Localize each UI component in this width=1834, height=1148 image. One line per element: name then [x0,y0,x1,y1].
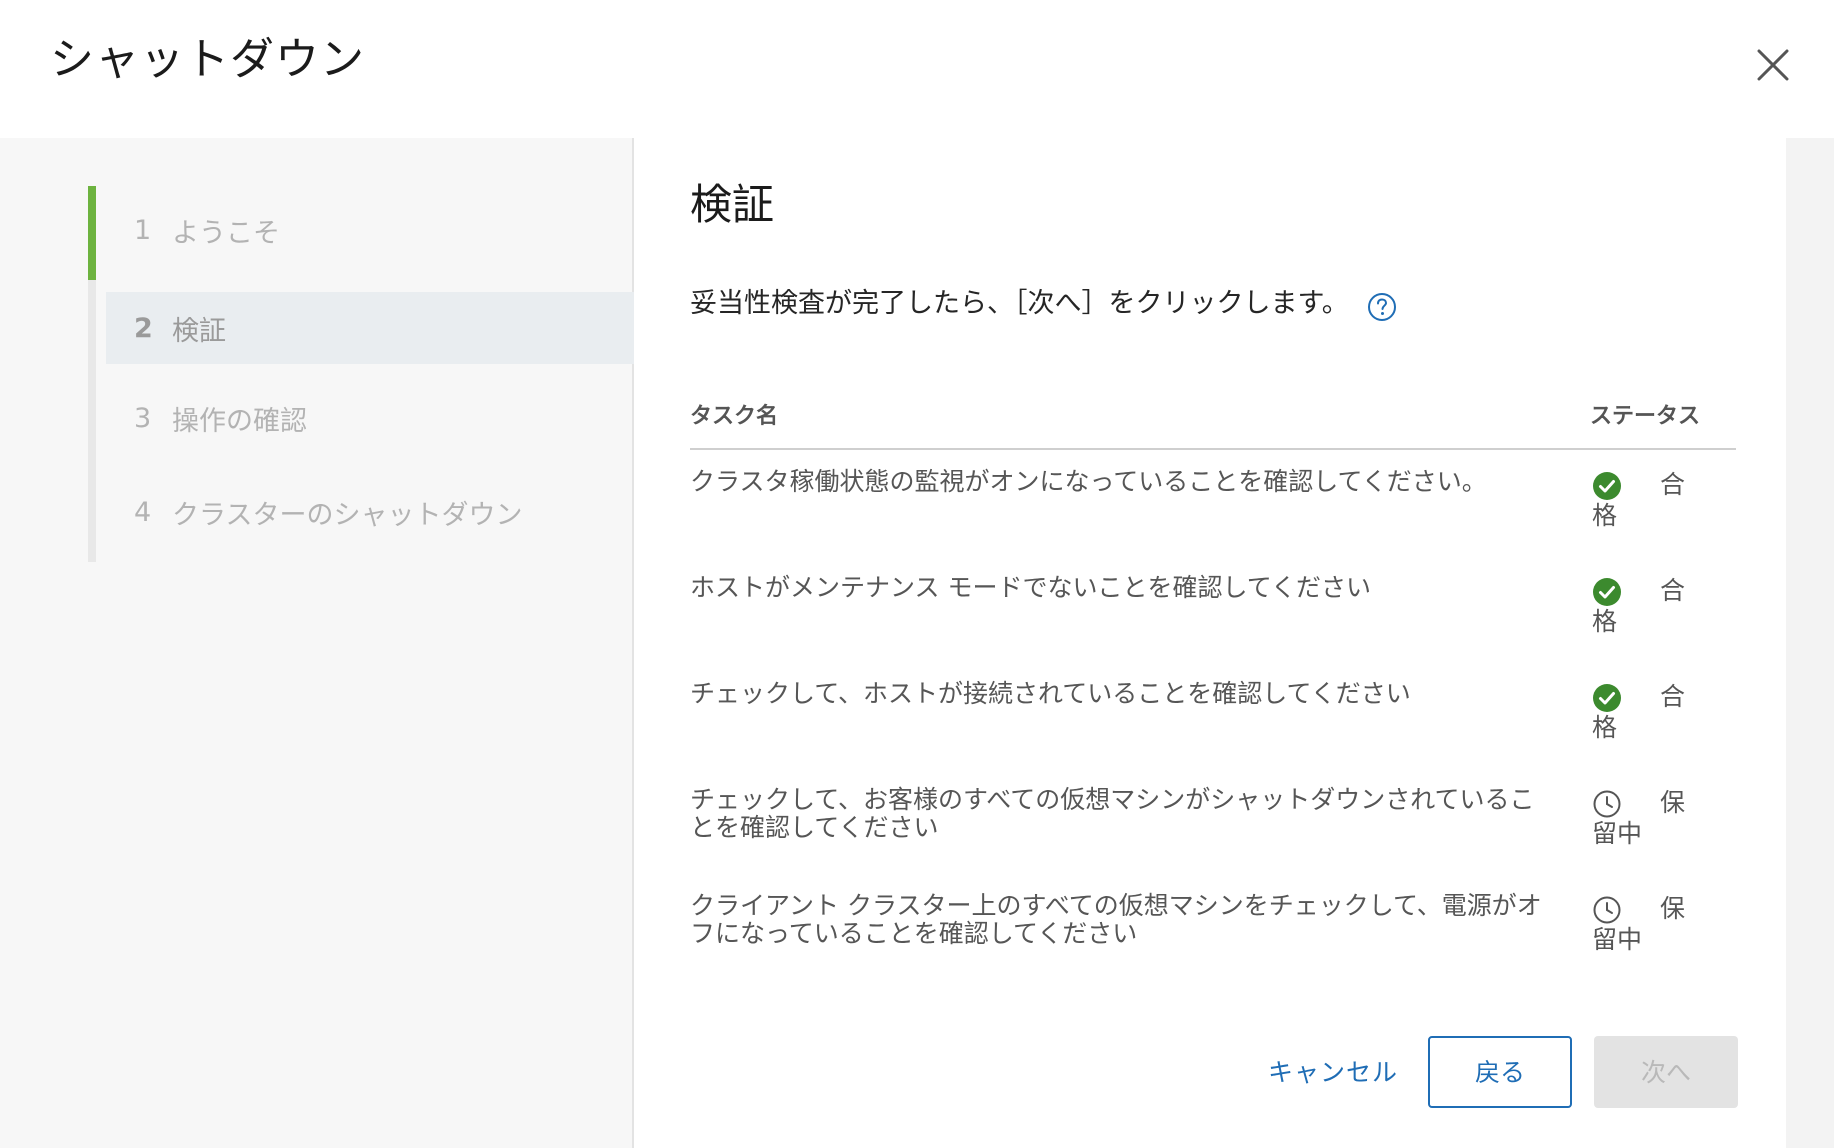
table-row: チェックして、お客様のすべての仮想マシンがシャットダウンされていることを確認して… [690,768,1736,874]
column-header-status: ステータス [1590,404,1701,429]
instruction-line: 妥当性検査が完了したら、［次へ］をクリックします。 [690,286,1397,322]
task-status: 保留中 [1592,894,1702,955]
instruction-text: 妥当性検査が完了したら、［次へ］をクリックします。 [690,288,1349,319]
dialog-title: シャットダウン [50,34,365,85]
step-label: クラスターのシャットダウン [172,499,523,531]
validation-task-table: タスク名 ステータス クラスタ稼働状態の監視がオンになっていることを確認してくだ… [690,388,1736,980]
task-status: 合格 [1592,682,1702,743]
clock-icon [1592,895,1622,925]
step-number: 1 [134,214,152,246]
check-circle-icon [1592,683,1622,713]
step-number: 2 [134,312,153,344]
page-title: 検証 [690,180,775,229]
task-name: チェックして、ホストが接続されていることを確認してください [690,679,1411,708]
close-button[interactable] [1754,46,1792,84]
task-name: チェックして、お客様のすべての仮想マシンがシャットダウンされていることを確認して… [690,785,1535,842]
next-button[interactable]: 次へ [1594,1036,1738,1108]
step-welcome[interactable]: 1 ようこそ [106,194,634,266]
close-icon [1757,49,1789,81]
wizard-steps-sidebar: 1 ようこそ 2 検証 3 操作の確認 4 クラスターのシャットダウン [0,138,634,1148]
step-label: 操作の確認 [172,405,307,437]
step-label: 検証 [172,315,226,347]
step-label: ようこそ [172,217,280,249]
step-confirm-operation[interactable]: 3 操作の確認 [106,382,634,454]
table-header: タスク名 ステータス [690,388,1736,450]
task-name: ホストがメンテナンス モードでないことを確認してください [690,573,1371,602]
task-status: 合格 [1592,470,1702,531]
back-button[interactable]: 戻る [1428,1036,1572,1108]
dialog-footer: キャンセル 戻る 次へ [636,1036,1786,1110]
task-name: クライアント クラスター上のすべての仮想マシンをチェックして、電源がオフになって… [690,891,1542,948]
shutdown-dialog: シャットダウン 1 ようこそ 2 検証 3 操作の確認 4 クラスターのシャット… [0,0,1834,1148]
table-row: ホストがメンテナンス モードでないことを確認してください 合格 [690,556,1736,662]
step-validation[interactable]: 2 検証 [106,292,634,364]
task-status: 保留中 [1592,788,1702,849]
step-cluster-shutdown[interactable]: 4 クラスターのシャットダウン [106,476,634,548]
dialog-header: シャットダウン [0,0,1834,138]
task-status: 合格 [1592,576,1702,637]
main-content: 検証 妥当性検査が完了したら、［次へ］をクリックします。 タスク名 ステータス … [636,138,1786,1148]
right-gutter [1786,138,1834,1148]
steps-progress-indicator [88,186,96,280]
table-row: チェックして、ホストが接続されていることを確認してください 合格 [690,662,1736,768]
check-circle-icon [1592,471,1622,501]
step-number: 4 [134,496,152,528]
step-number: 3 [134,402,152,434]
clock-icon [1592,789,1622,819]
task-name: クラスタ稼働状態の監視がオンになっていることを確認してください。 [690,467,1487,496]
check-circle-icon [1592,577,1622,607]
help-circle-icon[interactable] [1367,292,1397,322]
cancel-button[interactable]: キャンセル [1256,1044,1410,1102]
table-row: クライアント クラスター上のすべての仮想マシンをチェックして、電源がオフになって… [690,874,1736,980]
table-row: クラスタ稼働状態の監視がオンになっていることを確認してください。 合格 [690,450,1736,556]
column-header-task: タスク名 [690,404,779,429]
